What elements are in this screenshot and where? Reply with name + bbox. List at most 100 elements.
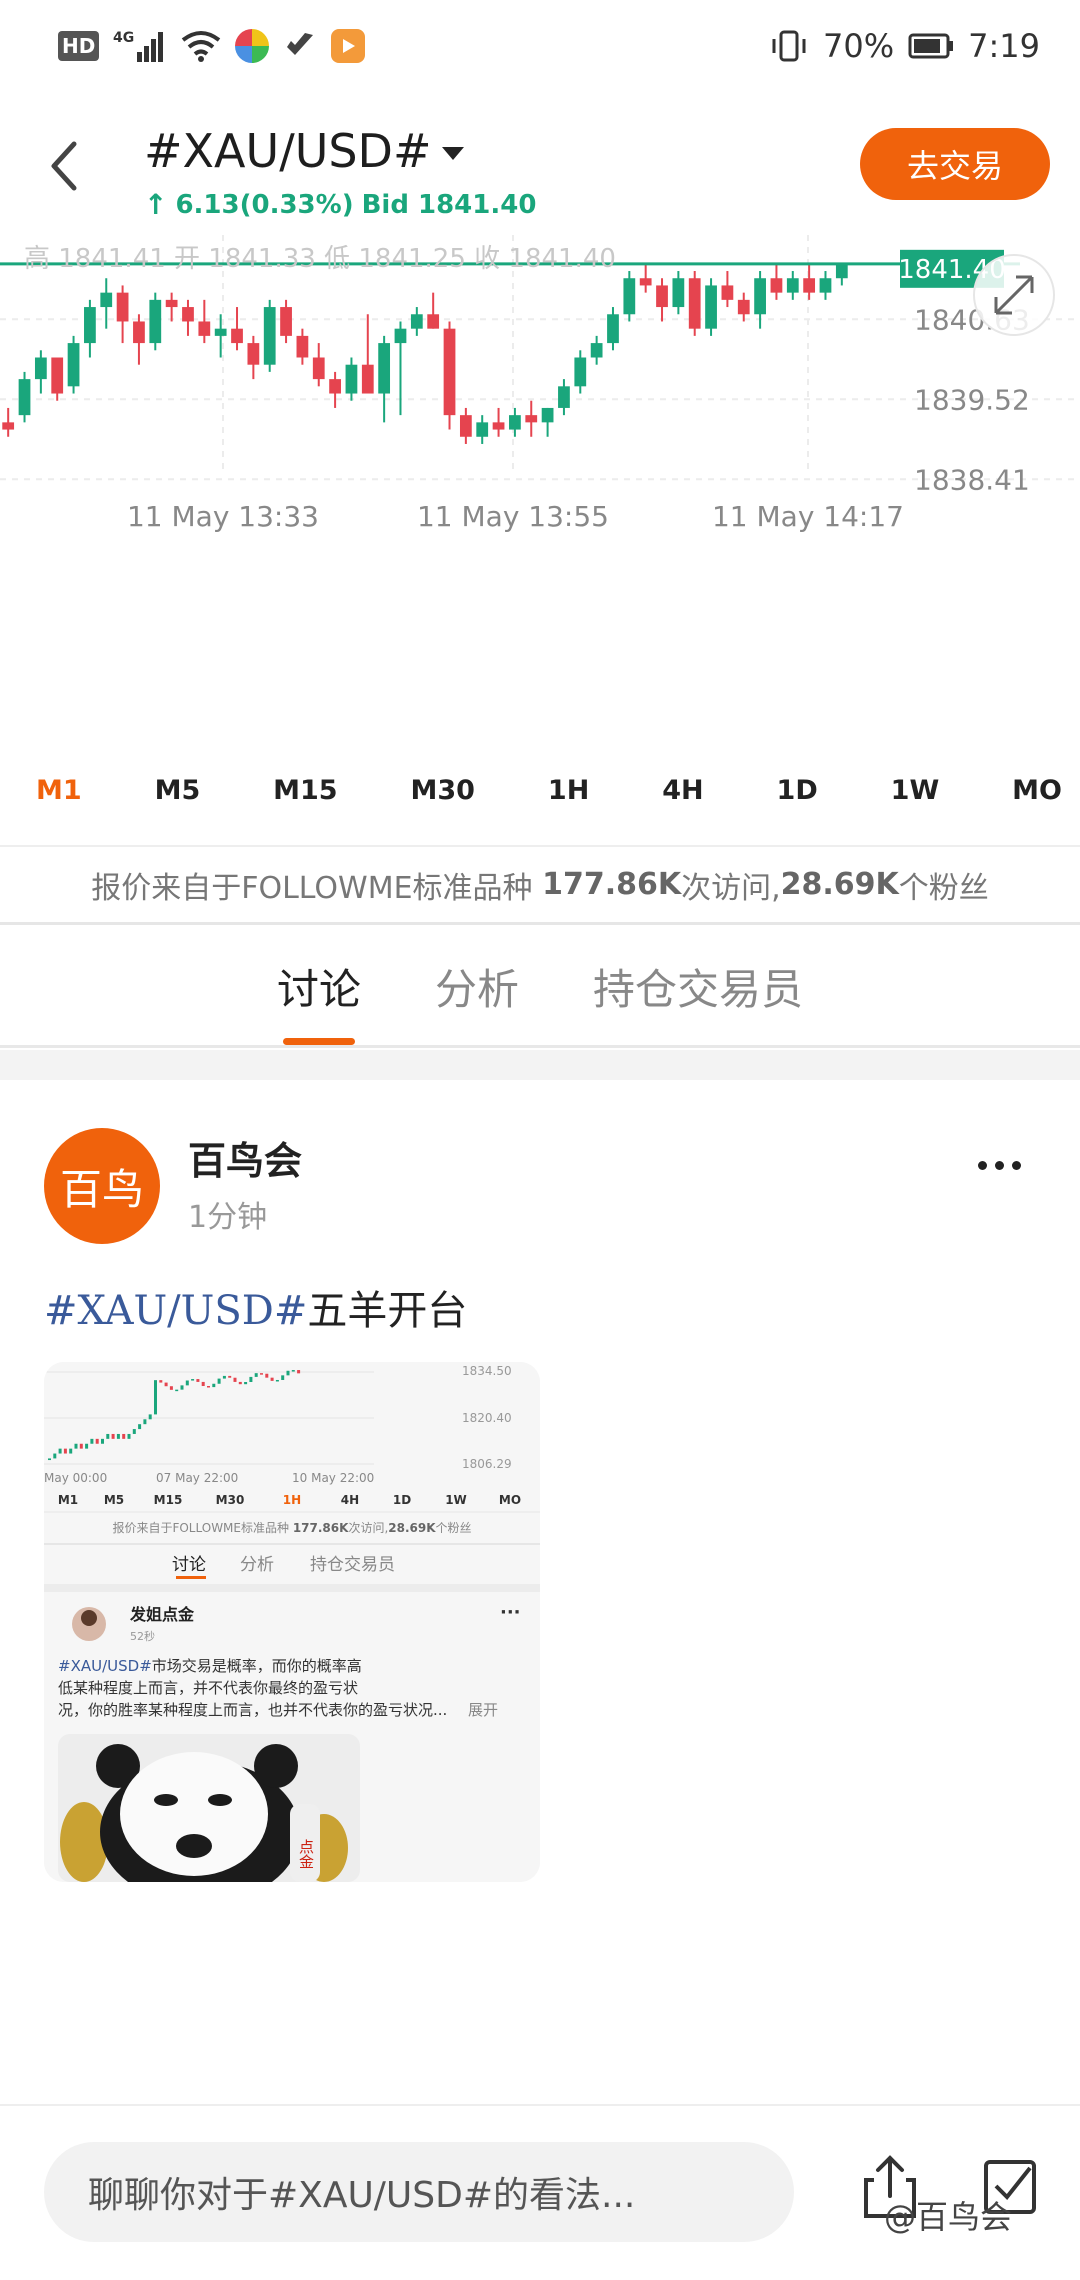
tab-analysis[interactable]: 分析 [431,956,523,1017]
thumb-source-fans: 28.69K [388,1521,436,1535]
timeframe-4h[interactable]: 4H [662,775,703,806]
timeframe-mo[interactable]: MO [1012,775,1062,806]
candle-body [263,307,276,365]
thumb-candle [265,1373,269,1378]
post-text: #XAU/USD#五羊开台 [44,1278,467,1336]
arrow-up-icon: ↑ [144,188,168,221]
post-image[interactable]: 1834.50 1820.40 1806.29 May 00:00 07 May… [44,1362,540,1882]
candle-body [182,307,194,322]
candle-body [607,314,619,344]
candle-body [165,299,178,308]
thumb-timeframe: M15 [154,1493,183,1507]
thumb-candle [244,1381,248,1385]
tab-discussion[interactable]: 讨论 [273,956,365,1045]
timeframe-m30[interactable]: M30 [411,775,475,806]
timeframe-m1[interactable]: M1 [36,775,82,806]
y-tick-label: 1838.41 [914,463,1030,496]
content-tabs: 讨论 分析 持仓交易员 [0,928,1080,1048]
go-trade-button[interactable]: 去交易 [860,128,1050,200]
app-notification-icon [283,28,317,64]
thumb-candle [63,1448,67,1454]
candle-body [672,278,685,308]
candle-body [312,357,325,380]
price-chart[interactable]: 高 1841.41 开 1841.33 低 1841.25 收 1841.40 … [0,235,1080,755]
thumb-candle [79,1443,83,1449]
fan-suffix: 个粉丝 [898,870,989,906]
thumb-candle [180,1385,184,1390]
thumb-tab-indicator [176,1576,206,1579]
back-button[interactable] [40,134,84,198]
fan-count: 28.69K [780,867,899,902]
price-change: 6.13(0.33%) [175,189,354,220]
thumb-tab-discussion: 讨论 [172,1555,206,1575]
thumb-candle [207,1386,210,1388]
timeframe-m5[interactable]: M5 [155,775,201,806]
thumb-candle [254,1373,258,1377]
candle-body [410,314,423,329]
thumb-candle [127,1433,131,1439]
thumb-candle [275,1379,279,1382]
tab-position-traders[interactable]: 持仓交易员 [589,956,807,1017]
candle-body [133,321,145,344]
candle-body [100,292,113,308]
candle-body [770,278,783,293]
thumb-candle [238,1381,242,1385]
thumb-candle [53,1453,57,1459]
timeframe-1h[interactable]: 1H [548,775,589,806]
candle-body [329,379,341,394]
feed-post[interactable]: 百鸟 百鸟会 1分钟 #XAU/USD#五羊开台 1834.50 1820.40… [0,1080,1080,2100]
thumb-ytick: 1820.40 [462,1411,512,1425]
comment-input[interactable]: 聊聊你对于#XAU/USD#的看法... [44,2142,794,2242]
more-options-icon[interactable] [978,1150,1038,1180]
thumb-candle [201,1381,205,1387]
status-left: HD 4G [58,28,366,64]
candle-body [656,285,668,308]
candle-body [427,314,440,329]
avatar[interactable]: 百鸟 [44,1128,160,1244]
candle-body [394,328,407,344]
thumb-candle [132,1429,136,1434]
timeframe-m15[interactable]: M15 [273,775,337,806]
thumb-candle [281,1375,285,1380]
thumb-candle [48,1458,51,1461]
thumb-candle [95,1438,99,1444]
candle-body [705,285,717,329]
candle-body [361,364,374,394]
thumb-source-info: 报价来自于FOLLOWME标准品种 177.86K次访问,28.69K个粉丝 [112,1520,471,1535]
candle-body [231,328,243,344]
candle-body [541,407,554,423]
thumb-candle [212,1383,216,1388]
thumb-source-visits: 177.86K [293,1521,349,1535]
timeframe-1w[interactable]: 1W [891,775,940,806]
thumb-candle [106,1433,110,1439]
thumb-candle [228,1375,232,1378]
thumb-tab-traders: 持仓交易员 [310,1555,395,1575]
post-author[interactable]: 百鸟会 [188,1130,302,1185]
thumb-candle [249,1376,253,1382]
thumb-source-fans-suffix: 个粉丝 [436,1521,472,1535]
thumb-candle [148,1414,152,1420]
thumb-timeframe: M30 [216,1493,245,1507]
hd-icon: HD [58,31,100,61]
battery-percent: 70% [823,27,895,65]
thumb-candle [138,1424,142,1430]
thumb-tab-analysis: 分析 [240,1555,274,1575]
post-time: 1分钟 [188,1200,268,1235]
fullscreen-button[interactable] [973,254,1055,336]
post-hashtag[interactable]: #XAU/USD# [44,1288,307,1334]
x-tick-label: 11 May 14:17 [712,500,904,533]
candle-body [345,364,358,394]
candle-body [476,422,489,437]
thumb-candle [286,1370,290,1376]
thumb-body-line: 况，你的胜率某种程度上而言，也并不代表你的盈亏状况... [58,1701,447,1719]
timeframe-1d[interactable]: 1D [777,775,818,806]
candle-body [296,335,309,358]
section-divider [0,1050,1080,1080]
candlestick-chart[interactable]: 高 1841.41 开 1841.33 低 1841.25 收 1841.40 … [0,235,1080,755]
candle-body [754,278,766,315]
network-type: 4G [113,30,134,46]
candle-body [639,278,652,286]
thumb-meme-text: 点金 [297,1839,315,1869]
thumb-candle [69,1448,73,1454]
symbol-selector[interactable]: #XAU/USD# [144,124,464,178]
